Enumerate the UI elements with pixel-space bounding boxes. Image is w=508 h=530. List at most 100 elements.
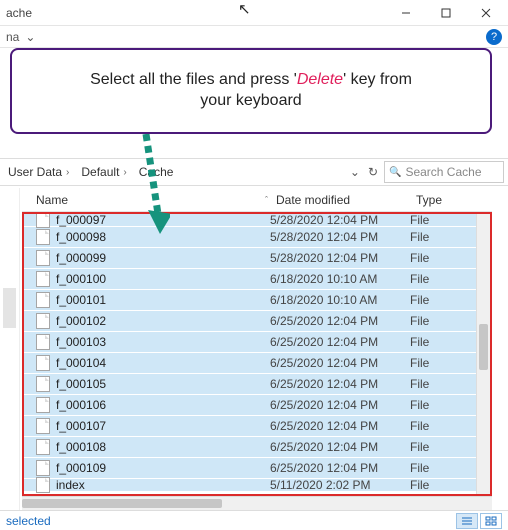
file-row[interactable]: f_0001046/25/2020 12:04 PMFile bbox=[24, 353, 476, 374]
file-type-cell: File bbox=[410, 398, 476, 412]
column-label: Date modified bbox=[276, 193, 350, 207]
file-row[interactable]: f_0001086/25/2020 12:04 PMFile bbox=[24, 437, 476, 458]
file-name: f_000102 bbox=[56, 314, 106, 328]
file-icon bbox=[36, 313, 50, 329]
file-type-cell: File bbox=[410, 293, 476, 307]
file-type-cell: File bbox=[410, 230, 476, 244]
file-date-cell: 5/28/2020 12:04 PM bbox=[270, 251, 410, 265]
view-details-button[interactable] bbox=[456, 513, 478, 529]
ribbon-tab-partial[interactable]: na bbox=[6, 30, 19, 44]
file-name: f_000098 bbox=[56, 230, 106, 244]
file-icon bbox=[36, 250, 50, 266]
breadcrumb-item-cache[interactable]: Cache bbox=[135, 165, 178, 179]
file-name: f_000107 bbox=[56, 419, 106, 433]
column-header-type[interactable]: Type bbox=[416, 193, 492, 207]
scroll-thumb[interactable] bbox=[22, 499, 222, 508]
refresh-icon[interactable]: ↻ bbox=[368, 165, 378, 179]
file-name: index bbox=[56, 478, 85, 492]
file-date-cell: 6/25/2020 12:04 PM bbox=[270, 398, 410, 412]
file-icon bbox=[36, 292, 50, 308]
file-type-cell: File bbox=[410, 419, 476, 433]
minimize-button[interactable] bbox=[386, 0, 426, 26]
view-large-button[interactable] bbox=[480, 513, 502, 529]
file-row[interactable]: f_000107 6/25/2020 12:04 PMFile bbox=[24, 416, 476, 437]
file-icon bbox=[36, 460, 50, 476]
file-name-cell: f_000102 bbox=[36, 313, 270, 329]
file-name: f_000099 bbox=[56, 251, 106, 265]
file-name: f_000103 bbox=[56, 335, 106, 349]
chevron-right-icon[interactable]: › bbox=[66, 167, 69, 178]
file-date-cell: 6/18/2020 10:10 AM bbox=[270, 293, 410, 307]
column-header-date[interactable]: Date modified bbox=[276, 193, 416, 207]
file-name-cell: f_000103 bbox=[36, 334, 270, 350]
file-date-cell: 6/25/2020 12:04 PM bbox=[270, 314, 410, 328]
search-box[interactable]: 🔍 bbox=[384, 161, 504, 183]
breadcrumb-label: Cache bbox=[139, 165, 174, 179]
status-text: selected bbox=[6, 514, 51, 528]
view-toggle bbox=[456, 513, 502, 529]
breadcrumb-item-default[interactable]: Default › bbox=[77, 165, 134, 179]
file-row[interactable]: f_0001066/25/2020 12:04 PMFile bbox=[24, 395, 476, 416]
file-name-cell: f_000098 bbox=[36, 229, 270, 245]
column-header-name[interactable]: Name ˆ bbox=[36, 193, 276, 207]
file-row[interactable]: f_0001096/25/2020 12:04 PMFile bbox=[24, 458, 476, 479]
titlebar: ache bbox=[0, 0, 508, 26]
file-name: f_000100 bbox=[56, 272, 106, 286]
chevron-down-icon[interactable]: ⌄ bbox=[25, 30, 35, 44]
window-title: ache bbox=[6, 6, 386, 20]
maximize-button[interactable] bbox=[426, 0, 466, 26]
file-type-cell: File bbox=[410, 314, 476, 328]
close-button[interactable] bbox=[466, 0, 506, 26]
file-row[interactable]: index5/11/2020 2:02 PMFile bbox=[24, 479, 476, 492]
file-row[interactable]: f_000097 5/28/2020 12:04 PMFile bbox=[24, 214, 476, 227]
file-date-cell: 6/25/2020 12:04 PM bbox=[270, 419, 410, 433]
file-row[interactable]: f_000103 6/25/2020 12:04 PMFile bbox=[24, 332, 476, 353]
file-name-cell: f_000106 bbox=[36, 397, 270, 413]
horizontal-scrollbar[interactable] bbox=[22, 496, 492, 510]
file-icon bbox=[36, 418, 50, 434]
file-row[interactable]: f_0001006/18/2020 10:10 AMFile bbox=[24, 269, 476, 290]
file-name-cell: f_000101 bbox=[36, 292, 270, 308]
file-type-cell: File bbox=[410, 251, 476, 265]
file-name: f_000101 bbox=[56, 293, 106, 307]
file-name-cell: f_000108 bbox=[36, 439, 270, 455]
file-name: f_000105 bbox=[56, 377, 106, 391]
scroll-thumb[interactable] bbox=[479, 324, 488, 370]
breadcrumb-item-userdata[interactable]: User Data › bbox=[4, 165, 77, 179]
nav-pane[interactable] bbox=[0, 188, 20, 510]
file-name-cell: index bbox=[36, 477, 270, 493]
file-row[interactable]: f_000099 5/28/2020 12:04 PMFile bbox=[24, 248, 476, 269]
file-date-cell: 6/25/2020 12:04 PM bbox=[270, 377, 410, 391]
nav-scroll-thumb[interactable] bbox=[3, 288, 16, 328]
ribbon-row: na ⌄ ? bbox=[0, 26, 508, 48]
file-row[interactable]: f_000102 6/25/2020 12:04 PMFile bbox=[24, 311, 476, 332]
file-row[interactable]: f_000101 6/18/2020 10:10 AMFile bbox=[24, 290, 476, 311]
address-dropdown-icon[interactable]: ⌄ bbox=[350, 165, 360, 179]
callout-line1-after: ' key from bbox=[343, 71, 412, 88]
file-type-cell: File bbox=[410, 377, 476, 391]
file-date-cell: 5/28/2020 12:04 PM bbox=[270, 214, 410, 227]
file-type-cell: File bbox=[410, 214, 476, 227]
file-list[interactable]: f_0000975/28/2020 12:04 PMFilef_0000985/… bbox=[24, 214, 476, 494]
file-list-area: f_0000975/28/2020 12:04 PMFilef_0000985/… bbox=[22, 212, 492, 496]
file-row[interactable]: f_0000985/28/2020 12:04 PMFile bbox=[24, 227, 476, 248]
address-bar: User Data › Default › Cache ⌄ ↻ 🔍 bbox=[0, 158, 508, 186]
breadcrumb-label: Default bbox=[81, 165, 119, 179]
file-name: f_000097 bbox=[56, 214, 106, 227]
file-icon bbox=[36, 334, 50, 350]
file-date-cell: 6/25/2020 12:04 PM bbox=[270, 461, 410, 475]
status-bar: selected bbox=[0, 510, 508, 530]
file-type-cell: File bbox=[410, 335, 476, 349]
file-date-cell: 6/25/2020 12:04 PM bbox=[270, 335, 410, 349]
search-input[interactable] bbox=[405, 165, 495, 179]
vertical-scrollbar[interactable] bbox=[476, 214, 490, 494]
column-label: Type bbox=[416, 193, 442, 207]
file-type-cell: File bbox=[410, 478, 476, 492]
help-icon[interactable]: ? bbox=[486, 29, 502, 45]
file-icon bbox=[36, 376, 50, 392]
file-name: f_000109 bbox=[56, 461, 106, 475]
file-row[interactable]: f_000105 6/25/2020 12:04 PMFile bbox=[24, 374, 476, 395]
file-name-cell: f_000107 bbox=[36, 418, 270, 434]
chevron-right-icon[interactable]: › bbox=[123, 167, 126, 178]
file-name-cell: f_000097 bbox=[36, 214, 270, 228]
